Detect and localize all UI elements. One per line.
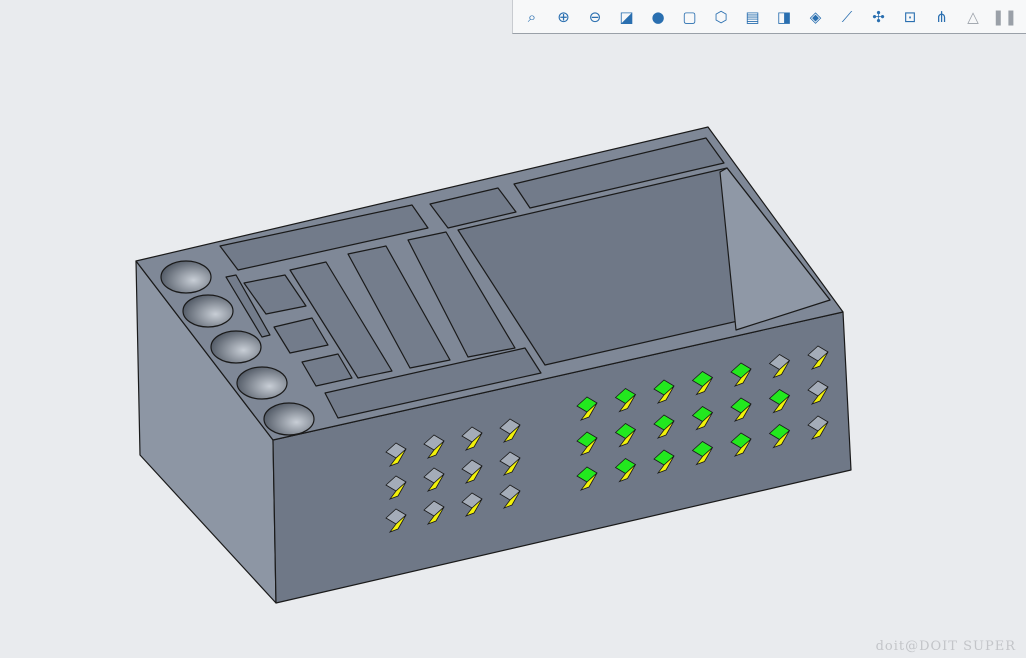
pen-hole bbox=[263, 402, 315, 436]
zoom-out-button[interactable]: ⊖ bbox=[582, 4, 608, 30]
section-view-button[interactable]: ◈ bbox=[803, 4, 829, 30]
section-view-icon: ◈ bbox=[809, 7, 822, 26]
view-toolbar: ⌕ ⊕ ⊖ ◪ ● ▢ ⬡ ▤ ◨ ◈ ⟋ ✣ ⊡ ⋔ △ ❚❚ bbox=[512, 0, 1026, 34]
appearance-button[interactable]: ⊡ bbox=[897, 4, 923, 30]
triangle-icon: △ bbox=[967, 7, 979, 26]
datum-display-button[interactable]: ⟋ bbox=[834, 4, 860, 30]
network-icon: ⋔ bbox=[935, 7, 948, 26]
refit-button[interactable]: ⌕ bbox=[519, 4, 545, 30]
saved-orientations-icon: ⬡ bbox=[714, 7, 728, 26]
pen-hole bbox=[182, 294, 234, 328]
standard-orientation-button[interactable]: ▢ bbox=[677, 4, 703, 30]
repaint-button[interactable]: ◪ bbox=[614, 4, 640, 30]
pen-hole bbox=[210, 330, 262, 364]
triangle-button[interactable]: △ bbox=[960, 4, 986, 30]
appearance-icon: ⊡ bbox=[903, 7, 917, 26]
perspective-view-icon: ◨ bbox=[776, 7, 792, 26]
watermark: doit@DOIT SUPER bbox=[875, 639, 1016, 654]
datum-display-icon: ⟋ bbox=[841, 7, 853, 26]
network-button[interactable]: ⋔ bbox=[929, 4, 955, 30]
zoom-in-icon: ⊕ bbox=[557, 7, 570, 26]
view-manager-icon: ▤ bbox=[745, 7, 760, 26]
perspective-view-button[interactable]: ◨ bbox=[771, 4, 797, 30]
pen-hole bbox=[160, 260, 212, 294]
saved-orientations-button[interactable]: ⬡ bbox=[708, 4, 734, 30]
display-style-button[interactable]: ● bbox=[645, 4, 671, 30]
pause-button[interactable]: ❚❚ bbox=[992, 4, 1018, 30]
zoom-in-button[interactable]: ⊕ bbox=[551, 4, 577, 30]
annotation-display-button[interactable]: ✣ bbox=[866, 4, 892, 30]
display-style-icon: ● bbox=[651, 7, 665, 26]
large-pocket-wall bbox=[719, 167, 831, 331]
repaint-icon: ◪ bbox=[619, 7, 634, 26]
pen-hole bbox=[236, 366, 288, 400]
refit-icon: ⌕ bbox=[527, 7, 537, 26]
annotation-display-icon: ✣ bbox=[872, 7, 885, 26]
3d-model-viewport[interactable] bbox=[0, 0, 1026, 658]
zoom-out-icon: ⊖ bbox=[588, 7, 602, 26]
view-manager-button[interactable]: ▤ bbox=[740, 4, 766, 30]
standard-orientation-icon: ▢ bbox=[682, 7, 697, 26]
pause-icon: ❚❚ bbox=[991, 7, 1018, 26]
